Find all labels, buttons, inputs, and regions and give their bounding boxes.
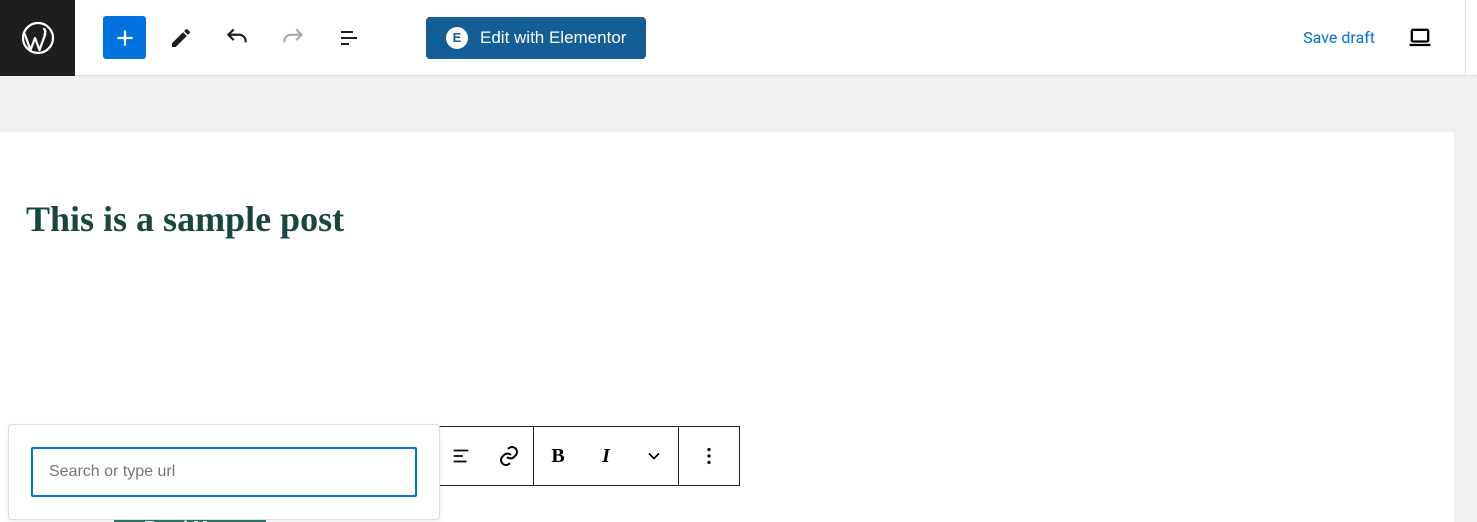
editor-background: This is a sample post te [0,76,1477,522]
elementor-icon: E [446,27,468,49]
preview-icon[interactable] [1399,17,1441,59]
wordpress-logo[interactable] [0,0,75,76]
undo-icon[interactable] [216,17,258,59]
italic-button[interactable]: I [582,427,630,485]
elementor-label: Edit with Elementor [480,28,626,48]
link-url-input[interactable] [31,447,417,497]
link-icon[interactable] [485,427,533,485]
toolbar-left-group: E Edit with Elementor [75,16,646,59]
add-block-button[interactable] [103,16,146,59]
top-toolbar: E Edit with Elementor Save draft [0,0,1477,76]
edit-icon[interactable] [160,17,202,59]
toolbar-right-group: Save draft [1303,0,1477,76]
text-tools-group [436,426,534,486]
redo-icon[interactable] [272,17,314,59]
post-title[interactable]: This is a sample post [0,132,1454,240]
text-align-icon[interactable] [437,427,485,485]
save-draft-link[interactable]: Save draft [1303,28,1375,47]
details-icon[interactable] [328,17,370,59]
more-options-icon[interactable] [679,427,739,485]
bold-button[interactable]: B [534,427,582,485]
link-popover [8,424,440,520]
chevron-down-icon[interactable] [630,427,678,485]
divider [1465,0,1471,76]
more-group [678,426,740,486]
edit-with-elementor-button[interactable]: E Edit with Elementor [426,17,646,59]
format-group: B I [533,426,679,486]
